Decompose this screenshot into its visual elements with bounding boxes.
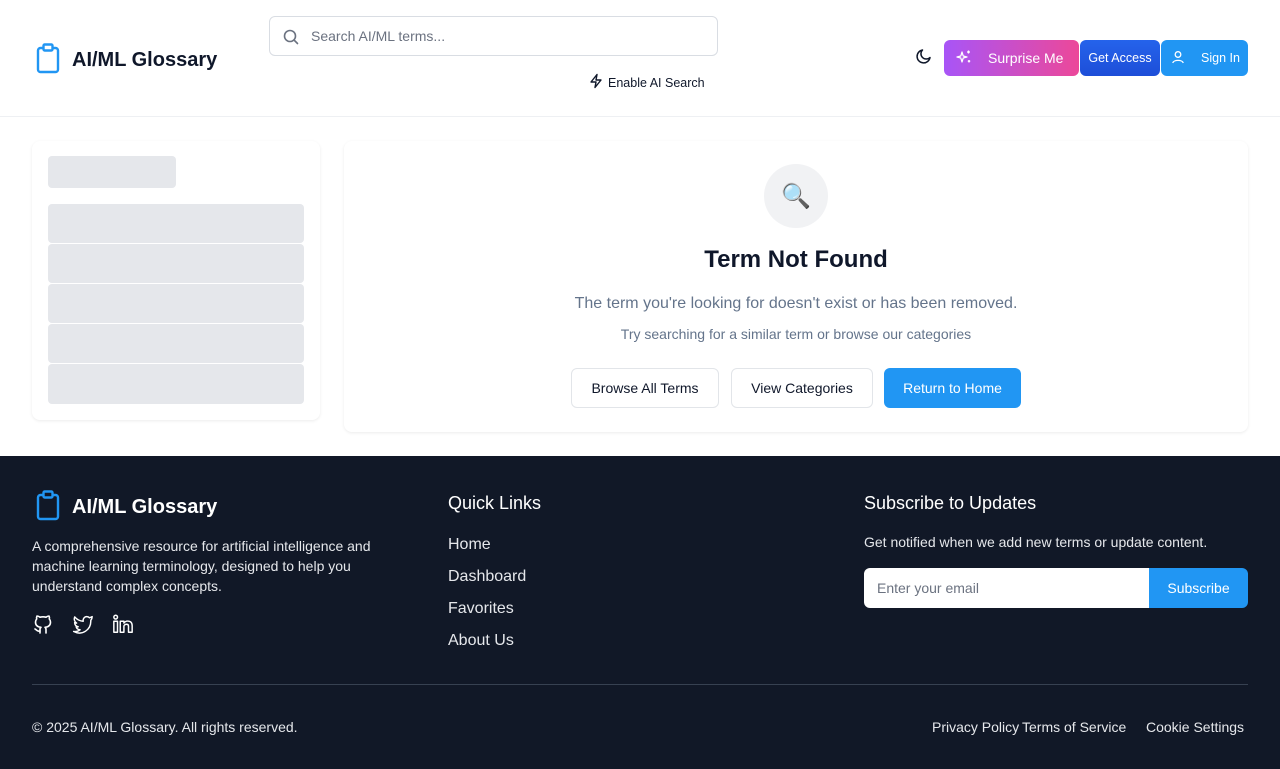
subscribe-title: Subscribe to Updates (864, 493, 1037, 513)
view-categories-button[interactable]: View Categories (731, 368, 873, 408)
footer-description: A comprehensive resource for artificial … (32, 538, 371, 594)
clipboard-icon (34, 42, 62, 79)
enable-ai-search-label: Enable AI Search (608, 75, 705, 90)
quick-links-title: Quick Links (448, 493, 542, 513)
skeleton-item (48, 244, 304, 283)
github-icon[interactable] (32, 612, 54, 636)
copyright-text: © 2025 AI/ML Glossary. All rights reserv… (32, 719, 298, 735)
privacy-policy-link[interactable]: Privacy Policy (932, 719, 1019, 735)
twitter-icon[interactable] (72, 612, 94, 636)
user-icon (1161, 50, 1185, 67)
footer-link-home[interactable]: Home (448, 536, 491, 554)
terms-of-service-link[interactable]: Terms of Service (1022, 719, 1126, 735)
sparkles-icon (944, 49, 972, 68)
enable-ai-search-button[interactable]: Enable AI Search (588, 73, 705, 92)
not-found-card: 🔍 Term Not Found The term you're looking… (344, 141, 1248, 432)
brand-link[interactable]: AI/ML Glossary (34, 42, 217, 79)
get-access-button[interactable]: Get Access (1080, 40, 1160, 76)
subscribe-description: Get notified when we add new terms or up… (864, 534, 1208, 550)
social-links (32, 612, 134, 636)
site-footer: AI/ML Glossary A comprehensive resource … (0, 456, 1280, 769)
sign-in-label: Sign In (1201, 51, 1240, 65)
footer-link-dashboard[interactable]: Dashboard (448, 568, 526, 586)
footer-divider (32, 684, 1248, 685)
brand-name: AI/ML Glossary (72, 49, 218, 71)
search-icon (282, 28, 300, 46)
surprise-me-label: Surprise Me (988, 50, 1064, 66)
email-field[interactable] (864, 568, 1150, 608)
sidebar-skeleton (32, 141, 320, 420)
theme-toggle-button[interactable] (912, 46, 936, 70)
footer-brand[interactable]: AI/ML Glossary (34, 489, 217, 526)
linkedin-icon[interactable] (112, 612, 134, 636)
search-box[interactable] (269, 16, 718, 56)
clipboard-icon (34, 489, 62, 526)
site-header: AI/ML Glossary Enable AI Search (0, 0, 1280, 117)
skeleton-item (48, 204, 304, 243)
moon-icon (915, 47, 933, 70)
not-found-title: Term Not Found (704, 246, 888, 273)
not-found-subtitle: The term you're looking for doesn't exis… (574, 295, 1018, 312)
lightning-icon (588, 73, 604, 92)
surprise-me-button[interactable]: Surprise Me (944, 40, 1079, 76)
search-input[interactable] (270, 17, 717, 55)
browse-all-terms-button[interactable]: Browse All Terms (571, 368, 719, 408)
footer-link-favorites[interactable]: Favorites (448, 600, 514, 618)
footer-brand-name: AI/ML Glossary (72, 496, 218, 518)
skeleton-item (48, 284, 304, 323)
skeleton-item (48, 364, 304, 404)
magnifier-icon: 🔍 (764, 164, 828, 228)
skeleton-heading (48, 156, 176, 188)
skeleton-item (48, 324, 304, 363)
sign-in-button[interactable]: Sign In (1161, 40, 1248, 76)
not-found-hint: Try searching for a similar term or brow… (620, 326, 972, 342)
return-home-button[interactable]: Return to Home (884, 368, 1021, 408)
cookie-settings-link[interactable]: Cookie Settings (1146, 719, 1244, 735)
subscribe-button[interactable]: Subscribe (1149, 568, 1248, 608)
footer-link-about[interactable]: About Us (448, 632, 514, 650)
